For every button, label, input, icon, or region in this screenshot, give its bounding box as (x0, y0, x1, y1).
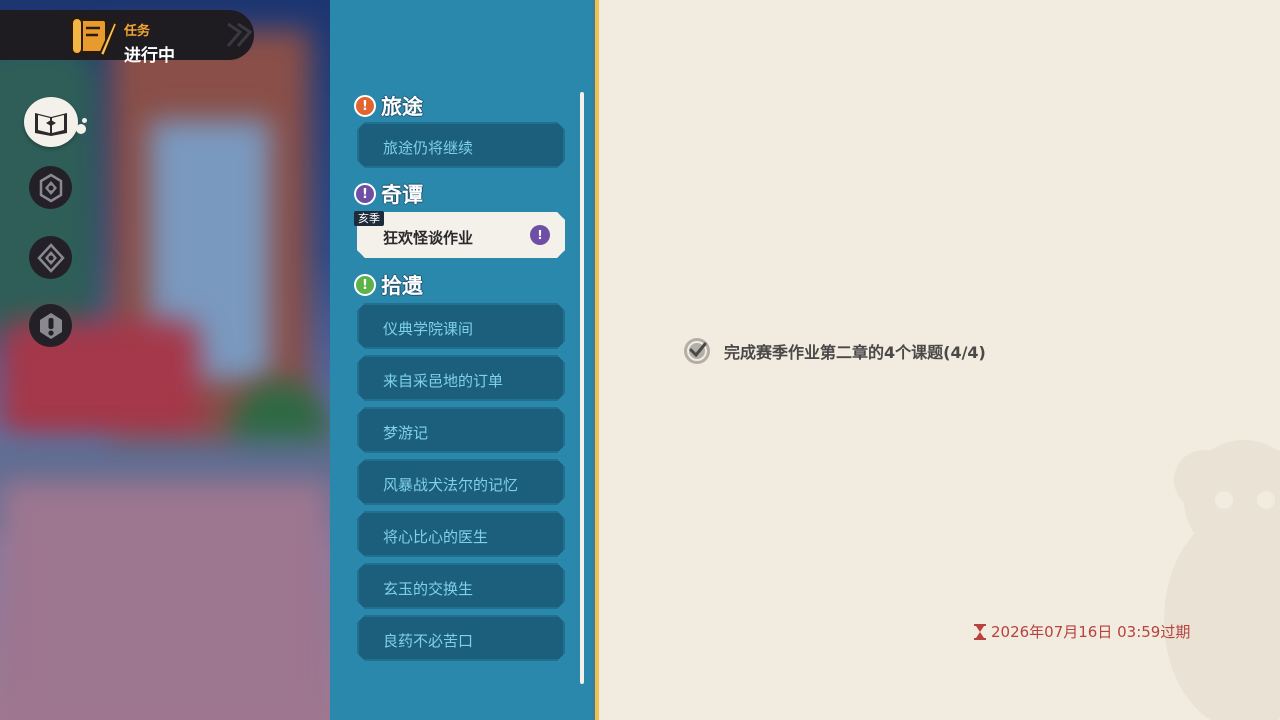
quest-item-label: 仪典学院课间 (383, 320, 474, 338)
quest-status-badge: 任务 进行中 (0, 10, 254, 66)
quest-item-selected[interactable]: 狂欢怪谈作业 ! (357, 212, 565, 258)
expiry-text: 2026年07月16日 03:59过期 (991, 623, 1191, 641)
quest-item[interactable]: 将心比心的医生 (357, 511, 565, 557)
exclamation-icon (39, 312, 62, 339)
quest-item-label: 来自采邑地的订单 (383, 372, 504, 390)
panel-divider (592, 0, 599, 720)
quest-item[interactable]: 仪典学院课间 (357, 303, 565, 349)
quest-book-icon (35, 113, 67, 136)
quest-item[interactable]: 良药不必苦口 (357, 615, 565, 661)
hourglass-icon (974, 623, 986, 640)
quest-item[interactable]: 旅途仍将继续 (357, 122, 565, 168)
section-header-tales: ! 奇谭 (354, 181, 423, 207)
quest-objective: 完成赛季作业第二章的4个课题(4/4) (683, 337, 986, 365)
expiry-time: 2026年07月16日 03:59过期 (973, 621, 1190, 642)
emblem-button-b[interactable] (29, 236, 72, 279)
quest-item-label: 玄玉的交换生 (383, 580, 474, 598)
exclamation-icon: ! (354, 183, 376, 205)
badge-decoration-icon (226, 22, 253, 47)
quest-item-label: 狂欢怪谈作业 (383, 229, 474, 247)
quest-item-label: 风暴战犬法尔的记忆 (383, 476, 519, 494)
emblem-icon-b (36, 242, 65, 273)
exclamation-icon: ! (530, 225, 550, 245)
scroll-icon (71, 17, 118, 58)
objective-text: 完成赛季作业第二章的4个课题(4/4) (724, 343, 986, 362)
quest-list-scrollbar[interactable] (580, 92, 584, 684)
exclamation-icon: ! (354, 274, 376, 296)
decor-dot (76, 124, 86, 134)
section-header-gleanings: ! 拾遗 (354, 272, 423, 298)
quest-item-label: 将心比心的医生 (383, 528, 489, 546)
quest-item[interactable]: 风暴战犬法尔的记忆 (357, 459, 565, 505)
quest-item-label: 梦游记 (383, 424, 429, 442)
section-title: 拾遗 (381, 274, 423, 298)
badge-sub-label: 任务 (124, 24, 151, 39)
section-title: 奇谭 (381, 183, 423, 207)
quest-book-button[interactable] (24, 97, 78, 147)
section-title: 旅途 (381, 95, 423, 119)
season-tag: 亥季 (354, 211, 384, 226)
decor-dot (82, 118, 87, 123)
alert-button[interactable] (29, 304, 72, 347)
quest-item-label: 旅途仍将继续 (383, 139, 474, 157)
quest-item[interactable]: 来自采邑地的订单 (357, 355, 565, 401)
badge-main-label: 进行中 (124, 46, 175, 66)
quest-item[interactable]: 梦游记 (357, 407, 565, 453)
emblem-button-a[interactable] (29, 166, 72, 209)
check-badge-icon (684, 338, 710, 364)
creature-watermark-icon (1164, 440, 1280, 720)
quest-item-label: 良药不必苦口 (383, 632, 474, 650)
emblem-icon-a (39, 173, 62, 202)
quest-item[interactable]: 玄玉的交换生 (357, 563, 565, 609)
section-header-journey: ! 旅途 (354, 93, 423, 119)
exclamation-icon: ! (354, 95, 376, 117)
